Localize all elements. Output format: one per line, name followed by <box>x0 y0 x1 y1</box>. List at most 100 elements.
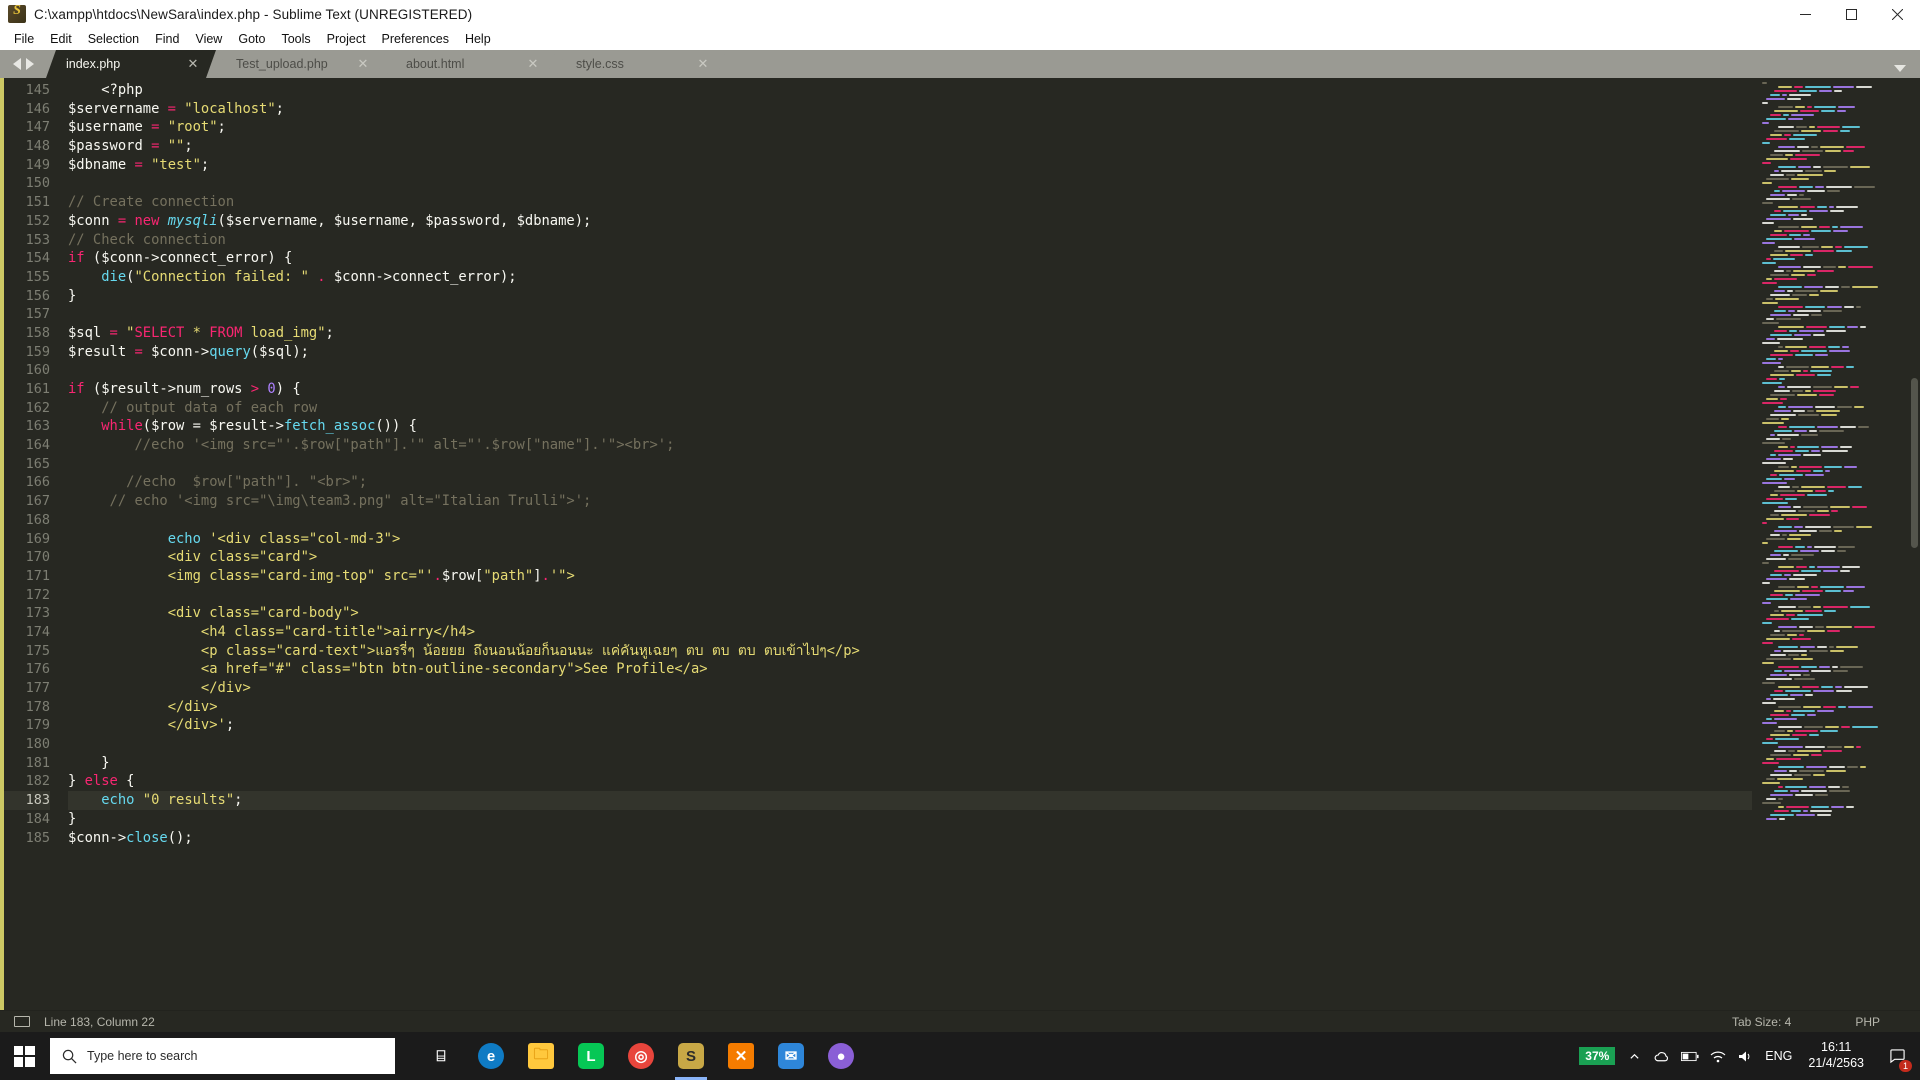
sublime-text-button[interactable]: S <box>667 1032 715 1080</box>
chrome-canary-button[interactable]: ● <box>817 1032 865 1080</box>
tab-index-php[interactable]: index.php ✕ <box>46 50 216 78</box>
minimap-segment <box>1779 818 1785 820</box>
code-line[interactable]: <div class="card-body"> <box>68 604 1752 623</box>
battery-percent-badge[interactable]: 37% <box>1579 1047 1616 1065</box>
menu-item-goto[interactable]: Goto <box>230 30 273 48</box>
tab-scroll-arrows[interactable] <box>0 50 46 78</box>
code-line[interactable]: } <box>68 810 1752 829</box>
minimap-segment <box>1762 202 1773 204</box>
notification-button[interactable]: 1 <box>1880 1032 1914 1080</box>
taskbar-clock[interactable]: 16:11 21/4/2563 <box>1802 1040 1870 1071</box>
minimap-segment <box>1828 346 1840 348</box>
tab-close-icon[interactable]: ✕ <box>354 56 372 72</box>
menu-item-edit[interactable]: Edit <box>42 30 80 48</box>
code-line[interactable]: } <box>68 754 1752 773</box>
menu-item-view[interactable]: View <box>187 30 230 48</box>
tab-close-icon[interactable]: ✕ <box>524 56 542 72</box>
tab-style-css[interactable]: style.css ✕ <box>556 50 726 78</box>
vertical-scrollbar[interactable] <box>1911 378 1918 548</box>
onedrive-icon[interactable] <box>1653 1047 1671 1065</box>
code-line[interactable]: $conn->close(); <box>68 829 1752 848</box>
minimap-segment <box>1770 394 1795 396</box>
code-line[interactable] <box>68 511 1752 530</box>
minimap-segment <box>1766 258 1771 260</box>
file-explorer-button[interactable]: 🗀 <box>517 1032 565 1080</box>
code-line[interactable] <box>68 361 1752 380</box>
code-editor[interactable]: 145 146 147 148 149 150 151 152 153 154 155 156 157 1… <box>0 78 1920 1010</box>
code-line[interactable]: } <box>68 287 1752 306</box>
menu-item-preferences[interactable]: Preferences <box>374 30 457 48</box>
tab-test-upload-php[interactable]: Test_upload.php ✕ <box>216 50 386 78</box>
tab-scroll-left-icon[interactable] <box>12 58 21 70</box>
tab-close-icon[interactable]: ✕ <box>184 56 202 72</box>
code-line[interactable]: //echo $row["path"]. "<br>"; <box>68 473 1752 492</box>
battery-icon[interactable] <box>1681 1047 1699 1065</box>
close-button[interactable] <box>1874 0 1920 28</box>
code-line[interactable]: <div class="card"> <box>68 548 1752 567</box>
xampp-control-panel-button[interactable]: ✕ <box>717 1032 765 1080</box>
menu-item-help[interactable]: Help <box>457 30 499 48</box>
start-button[interactable] <box>0 1032 48 1080</box>
code-line[interactable]: if ($conn->connect_error) { <box>68 249 1752 268</box>
code-line[interactable]: <a href="#" class="btn btn-outline-secon… <box>68 660 1752 679</box>
menu-item-file[interactable]: File <box>6 30 42 48</box>
code-line[interactable]: </div>'; <box>68 716 1752 735</box>
code-line[interactable]: echo '<div class="col-md-3"> <box>68 530 1752 549</box>
chrome-button[interactable]: ◎ <box>617 1032 665 1080</box>
code-line[interactable]: <?php <box>68 81 1752 100</box>
code-line[interactable]: die("Connection failed: " . $conn->conne… <box>68 268 1752 287</box>
code-line[interactable]: if ($result->num_rows > 0) { <box>68 380 1752 399</box>
code-line[interactable] <box>68 586 1752 605</box>
tab-size-indicator[interactable]: Tab Size: 4 <box>1732 1015 1791 1029</box>
code-line[interactable] <box>68 735 1752 754</box>
code-line[interactable]: $dbname = "test"; <box>68 156 1752 175</box>
code-line[interactable]: $conn = new mysqli($servername, $usernam… <box>68 212 1752 231</box>
code-line[interactable] <box>68 455 1752 474</box>
menu-item-project[interactable]: Project <box>319 30 374 48</box>
code-line[interactable]: $password = ""; <box>68 137 1752 156</box>
code-line[interactable]: // output data of each row <box>68 399 1752 418</box>
syntax-indicator[interactable]: PHP <box>1855 1015 1880 1029</box>
code-line[interactable]: $result = $conn->query($sql); <box>68 343 1752 362</box>
code-line[interactable]: // echo '<img src="\img\team3.png" alt="… <box>68 492 1752 511</box>
tab-overflow-caret-icon[interactable] <box>1894 65 1906 72</box>
minimize-button[interactable] <box>1782 0 1828 28</box>
network-icon[interactable] <box>1709 1047 1727 1065</box>
code-line[interactable]: $servername = "localhost"; <box>68 100 1752 119</box>
volume-icon[interactable] <box>1737 1047 1755 1065</box>
minimap-segment <box>1795 290 1818 292</box>
code-line[interactable]: $username = "root"; <box>68 118 1752 137</box>
tab-close-icon[interactable]: ✕ <box>694 56 712 72</box>
code-line[interactable]: </div> <box>68 679 1752 698</box>
task-view-button[interactable]: ⌸ <box>417 1032 465 1080</box>
code-content[interactable]: <?php $servername = "localhost"; $username… <box>60 78 1752 1010</box>
code-line[interactable] <box>68 305 1752 324</box>
tab-about-html[interactable]: about.html ✕ <box>386 50 556 78</box>
menu-item-find[interactable]: Find <box>147 30 187 48</box>
code-line[interactable]: <p class="card-text">แอรรี่ๆ น้อยยย ถึงน… <box>68 642 1752 661</box>
code-line[interactable]: //echo '<img src="'.$row["path"].'" alt=… <box>68 436 1752 455</box>
code-line[interactable]: </div> <box>68 698 1752 717</box>
tab-scroll-right-icon[interactable] <box>25 58 34 70</box>
minimap[interactable] <box>1752 78 1920 1010</box>
code-line[interactable] <box>68 174 1752 193</box>
chrome-canary-icon: ● <box>828 1043 854 1069</box>
code-line[interactable]: while($row = $result->fetch_assoc()) { <box>68 417 1752 436</box>
menu-item-selection[interactable]: Selection <box>80 30 147 48</box>
maximize-button[interactable] <box>1828 0 1874 28</box>
line-app-button[interactable]: L <box>567 1032 615 1080</box>
code-line[interactable]: $sql = "SELECT * FROM load_img"; <box>68 324 1752 343</box>
code-line[interactable]: <h4 class="card-title">airry</h4> <box>68 623 1752 642</box>
code-line[interactable]: // Create connection <box>68 193 1752 212</box>
code-line[interactable]: echo "0 results"; <box>68 791 1752 810</box>
menu-item-tools[interactable]: Tools <box>273 30 318 48</box>
language-indicator[interactable]: ENG <box>1765 1049 1792 1063</box>
code-line[interactable]: <img class="card-img-top" src="'.$row["p… <box>68 567 1752 586</box>
chevron-up-icon[interactable] <box>1625 1047 1643 1065</box>
taskbar-search-box[interactable]: Type here to search <box>50 1038 395 1074</box>
code-line[interactable]: } else { <box>68 772 1752 791</box>
microsoft-edge-button[interactable]: e <box>467 1032 515 1080</box>
code-line[interactable]: // Check connection <box>68 231 1752 250</box>
mail-app-button[interactable]: ✉ <box>767 1032 815 1080</box>
minimap-segment <box>1797 174 1823 176</box>
